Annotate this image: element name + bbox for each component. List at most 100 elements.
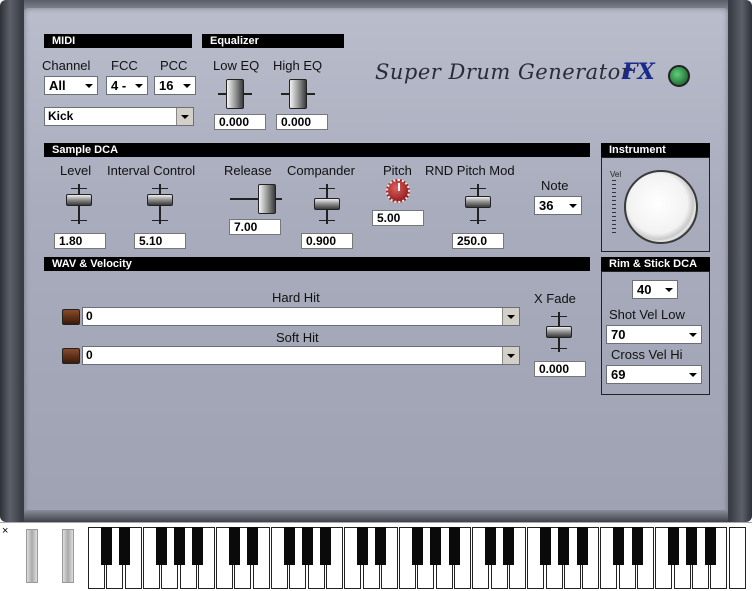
interval-control-value[interactable]: 5.10 [134,233,186,249]
chevron-down-icon [135,84,143,88]
soft-hit-lock-icon[interactable] [62,348,80,364]
pcc-select[interactable]: 16 [154,76,196,95]
black-key[interactable] [686,527,698,565]
fader-handle[interactable] [314,198,340,210]
channel-select[interactable]: All [44,76,98,95]
cross-vel-hi-select[interactable]: 69 [606,365,702,384]
level-fader[interactable] [65,184,93,224]
black-key[interactable] [485,527,497,565]
black-key[interactable] [228,527,240,565]
cross-vel-hi-value: 69 [611,367,626,382]
black-key[interactable] [155,527,167,565]
black-key[interactable] [302,527,314,565]
fader-tick [551,348,567,349]
black-key[interactable] [503,527,515,565]
shot-vel-low-value: 70 [611,327,626,342]
wav-velocity-header: WAV & Velocity [44,257,590,271]
vel-label: Vel [610,170,622,179]
black-key[interactable] [613,527,625,565]
black-key[interactable] [448,527,460,565]
black-key[interactable] [192,527,204,565]
black-key[interactable] [119,527,131,565]
black-key[interactable] [558,527,570,565]
compander-fader[interactable] [313,184,341,224]
soft-hit-select[interactable]: 0 [82,346,520,365]
release-label: Release [224,163,272,178]
slider-handle[interactable] [226,79,244,109]
hard-hit-select[interactable]: 0 [82,307,520,326]
low-eq-knob[interactable] [218,79,252,109]
black-key[interactable] [247,527,259,565]
rnd-pitch-mod-value[interactable]: 250.0 [452,233,504,249]
fader-handle[interactable] [546,326,572,338]
hard-hit-value: 0 [86,309,93,323]
pitch-value[interactable]: 5.00 [372,210,424,226]
release-knob[interactable] [230,184,282,214]
black-key[interactable] [631,527,643,565]
mod-wheel[interactable] [62,529,74,583]
rim-stick-header: Rim & Stick DCA [601,257,710,271]
fcc-select[interactable]: 4 - [106,76,148,95]
chevron-down-icon [183,84,191,88]
drum-select[interactable]: Kick [44,107,194,126]
rnd-pitch-mod-label: RND Pitch Mod [425,163,515,178]
rnd-pitch-mod-fader[interactable] [464,184,492,224]
sample-dca-header: Sample DCA [44,143,590,157]
black-key[interactable] [375,527,387,565]
release-value[interactable]: 7.00 [229,219,281,235]
black-key[interactable] [668,527,680,565]
high-eq-label: High EQ [273,58,323,73]
black-key[interactable] [320,527,332,565]
fader-handle[interactable] [147,194,173,206]
black-key[interactable] [430,527,442,565]
black-key[interactable] [283,527,295,565]
high-eq-knob[interactable] [281,79,315,109]
hard-hit-label: Hard Hit [272,290,320,305]
app-title-suffix: FX [622,59,655,85]
interval-control-fader[interactable] [146,184,174,224]
interval-control-label: Interval Control [107,163,196,178]
high-eq-value[interactable]: 0.000 [276,114,328,130]
chevron-down-icon [502,347,519,364]
slider-handle[interactable] [258,184,276,214]
fader-tick [470,188,486,189]
note-select[interactable]: 36 [534,196,582,215]
black-key[interactable] [576,527,588,565]
x-fade-fader[interactable] [545,312,573,352]
shot-vel-low-select[interactable]: 70 [606,325,702,344]
black-key[interactable] [704,527,716,565]
pitch-knob[interactable] [386,179,410,203]
fader-handle[interactable] [465,196,491,208]
equalizer-header: Equalizer [202,34,344,48]
chevron-down-icon [665,288,673,292]
black-key[interactable] [357,527,368,565]
pcc-value: 16 [159,78,174,93]
black-key[interactable] [411,527,423,565]
hard-hit-lock-icon[interactable] [62,309,80,325]
rim-stick-select[interactable]: 40 [632,280,678,299]
fader-handle[interactable] [66,194,92,206]
slider-handle[interactable] [289,79,307,109]
bass-drum-icon[interactable] [624,170,698,244]
fcc-value: 4 - [111,78,127,93]
close-icon[interactable]: × [2,525,8,537]
power-led-icon[interactable] [668,65,690,87]
black-key[interactable] [540,527,551,565]
black-key[interactable] [100,527,112,565]
instrument-box: Vel [601,157,710,252]
fader-tick [152,188,168,189]
drum-value: Kick [48,109,74,123]
low-eq-value[interactable]: 0.000 [214,114,266,130]
white-key[interactable] [728,527,746,589]
soft-hit-value: 0 [86,348,93,362]
x-fade-value[interactable]: 0.000 [534,361,586,377]
chevron-down-icon [689,373,697,377]
black-key[interactable] [174,527,185,565]
pitch-wheel[interactable] [26,529,38,583]
chevron-down-icon [85,84,93,88]
bottom-bezel [24,510,728,522]
fader-tick [551,316,567,317]
piano-keyboard: × [0,522,752,591]
compander-value[interactable]: 0.900 [301,233,353,249]
level-value[interactable]: 1.80 [54,233,106,249]
